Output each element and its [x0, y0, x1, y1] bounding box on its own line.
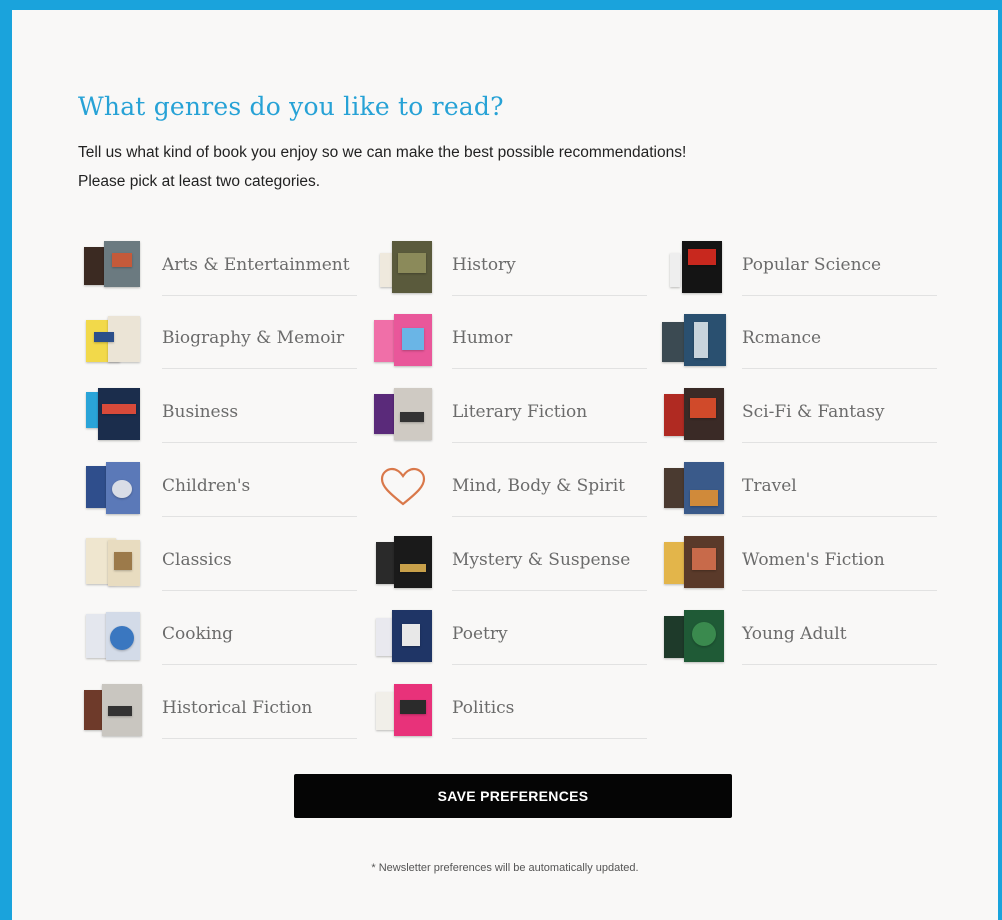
- book-covers-icon: [662, 312, 726, 368]
- genre-label: Business: [162, 382, 357, 443]
- heart-outline-icon: [372, 460, 434, 516]
- book-covers-icon: [372, 239, 434, 295]
- save-preferences-button[interactable]: SAVE PREFERENCES: [294, 774, 732, 818]
- genre-label: Sci-Fi & Fantasy: [742, 382, 937, 443]
- book-covers-icon: [372, 312, 434, 368]
- genre-label: Historical Fiction: [162, 678, 357, 739]
- book-covers-icon: [372, 682, 434, 738]
- genre-label: Cooking: [162, 604, 357, 665]
- book-covers-icon: [82, 534, 144, 590]
- book-covers-icon: [372, 608, 434, 664]
- book-covers-icon: [662, 608, 724, 664]
- genre-label: Arts & Entertainment: [162, 235, 357, 296]
- genre-label: Women's Fiction: [742, 530, 937, 591]
- genre-label: Mystery & Suspense: [452, 530, 647, 591]
- book-covers-icon: [662, 386, 724, 442]
- book-covers-icon: [82, 460, 144, 516]
- genre-label: History: [452, 235, 647, 296]
- book-covers-icon: [662, 460, 724, 516]
- genre-label: Literary Fiction: [452, 382, 647, 443]
- book-covers-icon: [372, 534, 434, 590]
- book-covers-icon: [82, 386, 144, 442]
- genre-label: Poetry: [452, 604, 647, 665]
- genre-label: Politics: [452, 678, 647, 739]
- genre-label: Classics: [162, 530, 357, 591]
- footer-note: * Newsletter preferences will be automat…: [371, 862, 639, 874]
- book-covers-icon: [372, 386, 434, 442]
- genre-label: Biography & Memoir: [162, 308, 357, 369]
- book-covers-icon: [662, 239, 724, 295]
- genre-label: Children's: [162, 456, 357, 517]
- preferences-panel: What genres do you like to read? Tell us…: [12, 10, 998, 920]
- book-covers-icon: [82, 682, 144, 738]
- genre-label: Rcmance: [742, 308, 937, 369]
- genre-label: Mind, Body & Spirit: [452, 456, 647, 517]
- genre-label: Young Adult: [742, 604, 937, 665]
- book-covers-icon: [82, 312, 144, 368]
- book-covers-icon: [82, 239, 144, 295]
- genre-label: Popular Science: [742, 235, 937, 296]
- genre-label: Humor: [452, 308, 647, 369]
- book-covers-icon: [662, 534, 724, 590]
- genre-label: Travel: [742, 456, 937, 517]
- book-covers-icon: [82, 608, 144, 664]
